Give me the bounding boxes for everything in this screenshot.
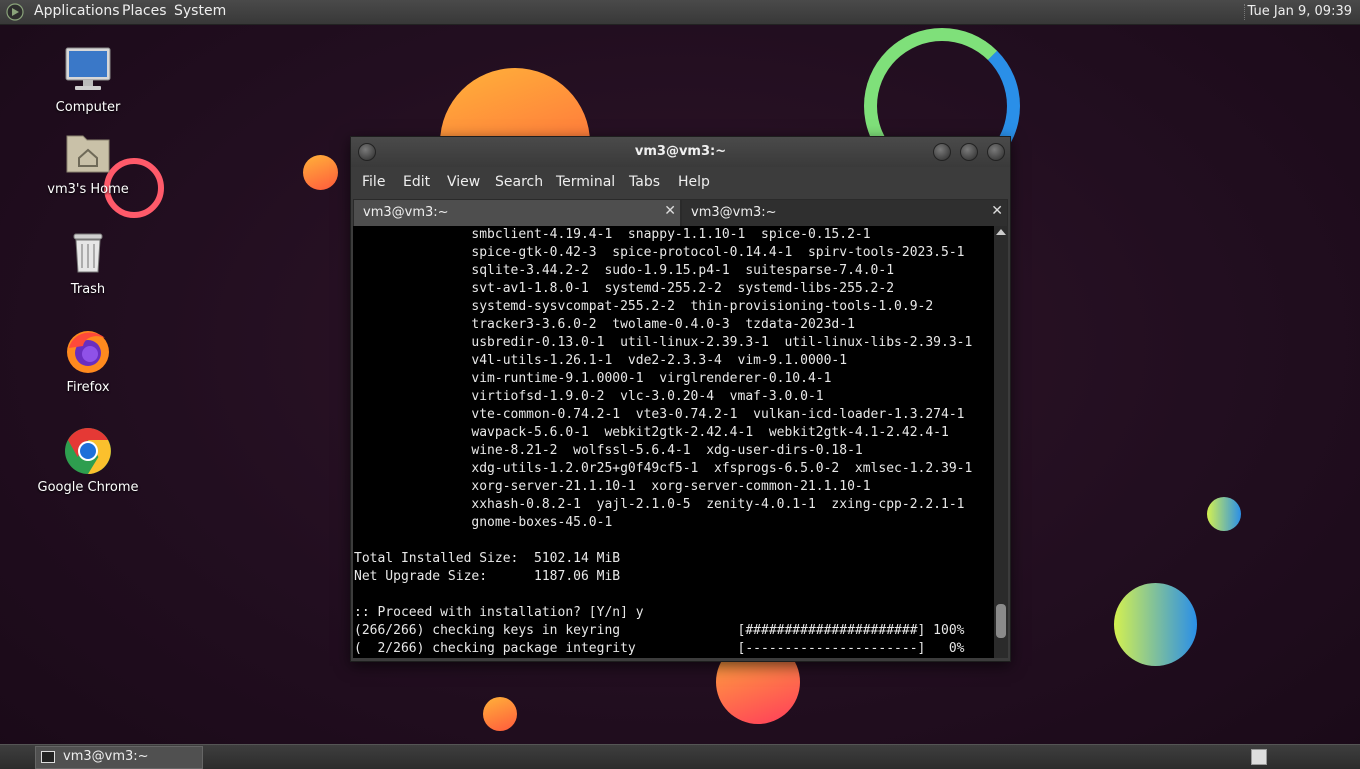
terminal-window[interactable]: vm3@vm3:~ File Edit View Search Terminal… bbox=[350, 136, 1011, 662]
terminal-icon bbox=[41, 751, 55, 763]
clock[interactable]: Tue Jan 9, 09:39 bbox=[1247, 4, 1352, 19]
top-panel: Applications Places System Tue Jan 9, 09… bbox=[0, 0, 1360, 25]
menu-search[interactable]: Search bbox=[495, 174, 543, 190]
tab-bar: vm3@vm3:~ ✕ vm3@vm3:~ ✕ bbox=[351, 197, 1010, 227]
tab-label: vm3@vm3:~ bbox=[363, 205, 449, 220]
desktop-icon-home[interactable]: vm3's Home bbox=[28, 128, 148, 197]
taskbar-item-label: vm3@vm3:~ bbox=[63, 749, 149, 764]
desktop-icon-firefox[interactable]: Firefox bbox=[28, 326, 148, 395]
menu-system[interactable]: System bbox=[174, 3, 226, 19]
menu-file[interactable]: File bbox=[362, 174, 385, 190]
terminal-output[interactable]: smbclient-4.19.4-1 snappy-1.1.10-1 spice… bbox=[353, 226, 994, 658]
wallpaper-orange-circle-small bbox=[303, 155, 338, 190]
home-folder-icon bbox=[66, 135, 110, 173]
show-desktop-icon[interactable] bbox=[1251, 749, 1267, 765]
tab-close-icon[interactable]: ✕ bbox=[991, 203, 1003, 219]
tab-close-icon[interactable]: ✕ bbox=[664, 203, 676, 219]
terminal-scrollbar[interactable] bbox=[994, 226, 1008, 658]
scroll-up-arrow-icon[interactable] bbox=[996, 229, 1006, 235]
tab-1[interactable]: vm3@vm3:~ ✕ bbox=[353, 199, 681, 226]
wallpaper-gradient-circle-right-small bbox=[1207, 497, 1241, 531]
scrollbar-thumb[interactable] bbox=[996, 604, 1006, 638]
menu-tabs[interactable]: Tabs bbox=[629, 174, 660, 190]
bottom-panel: vm3@vm3:~ bbox=[0, 744, 1360, 769]
desktop-icon-chrome[interactable]: Google Chrome bbox=[28, 426, 148, 495]
tab-label: vm3@vm3:~ bbox=[691, 205, 777, 220]
terminal-menubar: File Edit View Search Terminal Tabs Help bbox=[351, 167, 1010, 197]
minimize-button[interactable] bbox=[933, 143, 951, 161]
desktop-icon-label: Google Chrome bbox=[37, 480, 139, 495]
menu-applications[interactable]: Applications bbox=[34, 3, 120, 19]
wallpaper-orange-circle-bottom-small bbox=[483, 697, 517, 731]
window-titlebar[interactable]: vm3@vm3:~ bbox=[351, 137, 1010, 167]
distro-logo-icon[interactable] bbox=[6, 3, 24, 21]
trash-icon bbox=[73, 233, 103, 273]
menu-edit[interactable]: Edit bbox=[403, 174, 430, 190]
maximize-button[interactable] bbox=[960, 143, 978, 161]
menu-help[interactable]: Help bbox=[678, 174, 710, 190]
desktop-icon-label: vm3's Home bbox=[47, 182, 129, 197]
menu-view[interactable]: View bbox=[447, 174, 480, 190]
desktop-icon-label: Trash bbox=[70, 282, 106, 297]
computer-icon bbox=[65, 47, 111, 90]
desktop-icon-label: Computer bbox=[55, 100, 121, 115]
chrome-icon bbox=[65, 428, 111, 474]
desktop-icon-trash[interactable]: Trash bbox=[28, 228, 148, 297]
desktop-icon-label: Firefox bbox=[66, 380, 110, 395]
menu-places[interactable]: Places bbox=[122, 3, 167, 19]
taskbar-item-terminal[interactable]: vm3@vm3:~ bbox=[35, 746, 203, 769]
wallpaper-gradient-circle-right-large bbox=[1114, 583, 1197, 666]
close-button[interactable] bbox=[987, 143, 1005, 161]
menu-terminal[interactable]: Terminal bbox=[556, 174, 615, 190]
window-title: vm3@vm3:~ bbox=[634, 144, 727, 159]
firefox-icon bbox=[67, 331, 109, 373]
terminal-text: smbclient-4.19.4-1 snappy-1.1.10-1 spice… bbox=[354, 227, 973, 656]
tab-2[interactable]: vm3@vm3:~ ✕ bbox=[681, 199, 1008, 227]
desktop-icon-computer[interactable]: Computer bbox=[28, 46, 148, 115]
